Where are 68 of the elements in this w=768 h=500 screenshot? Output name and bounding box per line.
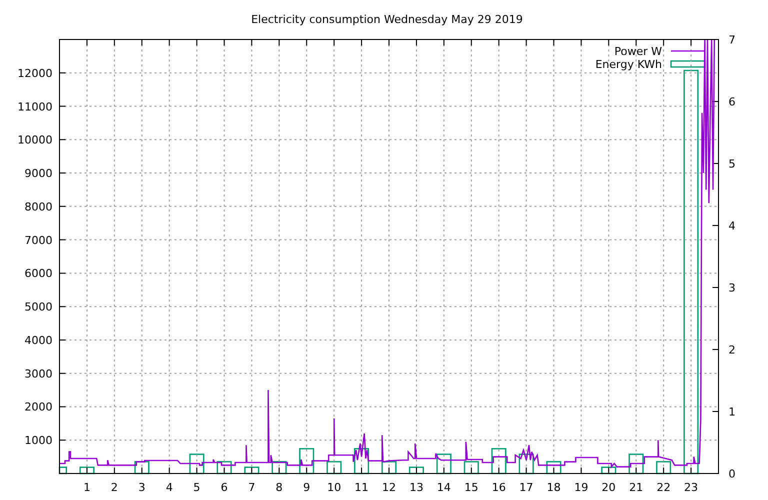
y-axis-label: 11000	[18, 100, 52, 114]
x-axis-label: 22	[656, 481, 671, 494]
x-axis-label: 7	[248, 481, 256, 494]
energy-bar	[79, 466, 94, 474]
x-axis-label: 12	[382, 481, 396, 494]
x-axis-label: 10	[327, 481, 342, 494]
x-axis-label: 16	[492, 481, 506, 494]
energy-bar	[272, 461, 287, 474]
energy-bar	[628, 454, 644, 474]
y2-axis-label: 6	[728, 96, 736, 108]
chart-title: Electricity consumption Wednesday May 29 2019	[251, 13, 523, 26]
energy-bar	[134, 461, 150, 474]
energy-bar	[381, 461, 397, 474]
x-axis-label: 11	[354, 481, 369, 494]
x-axis-label: 9	[303, 481, 310, 494]
x-axis-label: 1	[83, 481, 90, 494]
energy-bar	[546, 461, 562, 474]
x-axis-label: 4	[166, 481, 173, 494]
y2-axis-label: 7	[728, 34, 736, 46]
x-axis-label: 6	[220, 481, 228, 494]
x-axis-label: 17	[519, 481, 534, 494]
energy-bar	[518, 454, 534, 474]
energy-bar	[354, 448, 370, 474]
y-axis-label: 2000	[24, 400, 52, 414]
energy-bar	[189, 454, 204, 474]
legend-label: Energy KWh	[595, 58, 662, 71]
y-axis-label: 1000	[24, 434, 52, 448]
x-axis-label: 23	[684, 481, 698, 494]
energy-bar	[408, 466, 424, 474]
energy-bar	[299, 448, 314, 474]
y2-axis-label: 0	[728, 468, 736, 480]
x-axis-label: 14	[436, 481, 451, 494]
y2-axis-label: 5	[728, 158, 736, 170]
x-axis-label: 18	[546, 481, 561, 494]
legend-box-sample	[670, 60, 706, 68]
y-axis-label: 3000	[24, 367, 52, 380]
y-axis-label: 9000	[24, 167, 52, 180]
x-axis-label: 21	[629, 481, 644, 494]
energy-bar	[601, 466, 616, 474]
y-axis-label: 4000	[24, 334, 52, 347]
y2-axis-label: 1	[728, 406, 736, 418]
y2-axis-label: 2	[728, 344, 736, 356]
x-axis-label: 13	[409, 481, 424, 494]
x-axis-label: 15	[464, 481, 478, 494]
energy-bar	[58, 466, 68, 474]
y-axis-label: 10000	[18, 134, 52, 147]
energy-bar	[464, 461, 479, 474]
x-axis-label: 20	[602, 481, 616, 494]
y-axis-label: 6000	[24, 267, 52, 280]
energy-bar	[326, 461, 342, 474]
energy-bar	[436, 454, 452, 474]
x-axis-label: 19	[574, 481, 588, 494]
y2-axis-label: 3	[728, 282, 736, 294]
x-axis-label: 2	[110, 481, 118, 494]
energy-bar	[216, 461, 232, 474]
y2-axis-label: 4	[728, 220, 736, 232]
legend-label: Power W	[614, 45, 662, 58]
energy-bar	[244, 466, 260, 474]
energy-bar	[656, 461, 672, 474]
y-axis-label: 7000	[24, 234, 52, 247]
y-axis-label: 8000	[24, 200, 52, 214]
legend-line-sample	[671, 50, 705, 52]
x-axis-label: 5	[193, 481, 200, 494]
x-axis-label: 3	[138, 481, 146, 494]
x-axis-label: 8	[276, 481, 283, 494]
y-axis-label: 5000	[24, 300, 52, 314]
energy-bar	[491, 448, 506, 474]
y-axis-label: 12000	[18, 66, 52, 80]
